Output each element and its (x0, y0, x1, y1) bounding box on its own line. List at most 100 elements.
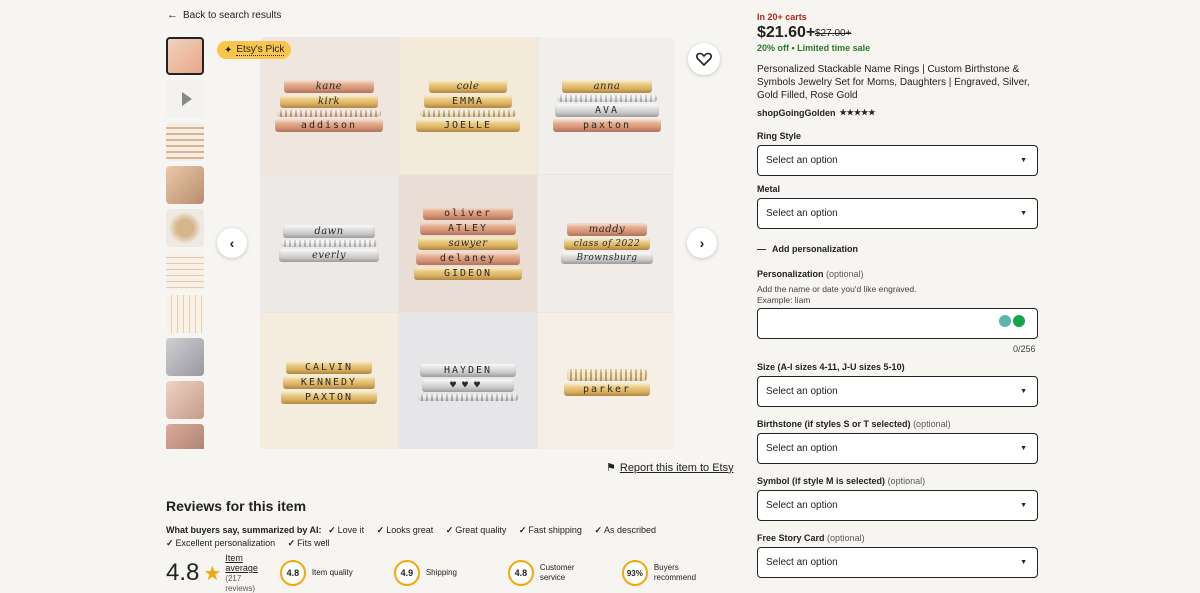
symbol-label: Symbol (if style M is selected) (optiona… (757, 476, 926, 486)
thumbnail[interactable] (166, 123, 204, 161)
ring: kirk (280, 94, 378, 108)
ring: sawyer (418, 237, 518, 250)
check-icon: ✓ (328, 525, 336, 535)
summary-chip[interactable]: ✓ Great quality (446, 525, 507, 535)
thumbnail[interactable] (166, 37, 204, 75)
collage-panel: cole EMMA JOELLE (399, 37, 537, 174)
sale-info: 20% off • Limited time sale (757, 43, 871, 53)
ring: KENNEDY (283, 375, 375, 389)
ring: oliver (423, 207, 513, 220)
caret-down-icon: ▼ (1020, 210, 1027, 217)
metric-item-quality: 4.8 Item quality (279, 560, 362, 586)
assistant-icon[interactable] (999, 315, 1011, 327)
birthstone-select[interactable]: Select an option ▼ (757, 433, 1038, 464)
heart-icon (696, 52, 712, 66)
collage-panel: parker (538, 313, 674, 449)
size-select[interactable]: Select an option ▼ (757, 376, 1038, 407)
thumbnail[interactable] (166, 424, 204, 449)
caret-down-icon: ▼ (1020, 388, 1027, 395)
collage-panel: anna AVA paxton (538, 37, 674, 174)
optional-tag: (optional) (827, 533, 865, 543)
item-average[interactable]: Item average (217 reviews) (225, 553, 258, 593)
summary-chip[interactable]: ✓ Looks great (377, 525, 434, 535)
sparkle-icon: ✦ (224, 44, 233, 56)
metric-customer-service: 4.8 Customer service (507, 560, 590, 586)
main-product-image[interactable]: kane kirk addison cole EMMA JOELLE anna … (260, 37, 674, 449)
summary-chip[interactable]: ✓ As described (594, 525, 656, 535)
optional-tag: (optional) (887, 476, 926, 486)
check-icon: ✓ (166, 538, 174, 548)
symbol-select[interactable]: Select an option ▼ (757, 490, 1038, 521)
collage-panel: dawn everly (260, 175, 398, 312)
add-personalization-toggle[interactable]: — Add personalization (757, 244, 858, 254)
favorite-button[interactable] (688, 43, 720, 75)
personalization-label: Personalization (optional) (757, 269, 864, 279)
personalization-textarea[interactable] (757, 308, 1038, 339)
thumbnail[interactable] (166, 252, 204, 290)
ring: HAYDEN (420, 363, 516, 377)
summary-chip[interactable]: ✓ Love it (328, 525, 364, 535)
ring: parker (564, 382, 650, 396)
chevron-right-icon: › (699, 235, 705, 251)
summary-chip[interactable]: ✓ Fits well (288, 538, 330, 548)
back-to-search-link[interactable]: ← Back to search results (167, 9, 281, 21)
select-value: Select an option (766, 500, 838, 511)
thumbnail[interactable] (166, 209, 204, 247)
grammar-icon[interactable] (1013, 315, 1025, 327)
check-icon: ✓ (287, 538, 296, 548)
previous-image-button[interactable]: ‹ (217, 228, 247, 258)
caret-down-icon: ▼ (1020, 157, 1027, 164)
rating-summary: 4.8 ★ Item average (217 reviews) 4.8 Ite… (166, 553, 696, 593)
next-image-button[interactable]: › (687, 228, 717, 258)
ring: dawn (283, 225, 375, 238)
ring (277, 109, 381, 117)
check-icon: ✓ (376, 525, 385, 535)
thumbnail[interactable] (166, 295, 204, 333)
metal-select[interactable]: Select an option ▼ (757, 198, 1038, 229)
ring: CALVIN (286, 360, 372, 374)
caret-down-icon: ▼ (1020, 559, 1027, 566)
metric-buyers-recommend: 93% Buyers recommend (621, 560, 704, 586)
ring: Brownsburg (561, 252, 653, 264)
optional-tag: (optional) (913, 419, 951, 429)
size-label: Size (A-I sizes 4-11, J-U sizes 5-10) (757, 362, 905, 372)
item-average-label: Item average (225, 553, 258, 573)
metric-badge: 4.8 (279, 560, 306, 586)
collage-panel: oliver ATLEY sawyer delaney GIDEON (399, 175, 537, 312)
collage-panel: maddy class of 2022 Brownsburg (538, 175, 674, 312)
thumbnail[interactable] (166, 381, 204, 419)
metric-shipping: 4.9 Shipping (393, 560, 476, 586)
ring: JOELLE (416, 118, 520, 132)
caret-down-icon: ▼ (1020, 502, 1027, 509)
ring: delaney (416, 252, 520, 265)
shop-name: shopGoingGolden (757, 108, 836, 118)
shop-link[interactable]: shopGoingGolden ★★★★★ (757, 108, 875, 118)
select-value: Select an option (766, 443, 838, 454)
minus-icon: — (757, 244, 766, 254)
optional-tag: (optional) (826, 269, 864, 279)
video-thumbnail[interactable] (166, 80, 204, 118)
select-value: Select an option (766, 208, 838, 219)
story-card-select[interactable]: Select an option ▼ (757, 547, 1038, 578)
ring: ♥♥♥ (422, 378, 514, 392)
ring: GIDEON (414, 267, 522, 280)
ring (418, 393, 518, 401)
select-value: Select an option (766, 155, 838, 166)
back-link-label: Back to search results (183, 9, 282, 21)
thumbnail[interactable] (166, 166, 204, 204)
summary-chip[interactable]: ✓ Fast shipping (519, 525, 582, 535)
ring: anna (562, 79, 652, 93)
reviews-heading: Reviews for this item (166, 498, 307, 514)
badge-label: Etsy's Pick (236, 44, 285, 56)
check-icon: ✓ (594, 525, 602, 535)
metal-label: Metal (757, 184, 781, 194)
thumbnail[interactable] (166, 338, 204, 376)
ring: paxton (553, 118, 661, 132)
ring: PAXTON (281, 390, 377, 404)
check-icon: ✓ (518, 525, 527, 535)
original-price: $27.00+ (815, 28, 852, 39)
report-item-link[interactable]: ⚑ Report this item to Etsy (606, 461, 734, 475)
etsys-pick-badge[interactable]: ✦ Etsy's Pick (217, 41, 292, 59)
ring-style-select[interactable]: Select an option ▼ (757, 145, 1038, 176)
summary-chip[interactable]: ✓ Excellent personalization (166, 538, 275, 548)
